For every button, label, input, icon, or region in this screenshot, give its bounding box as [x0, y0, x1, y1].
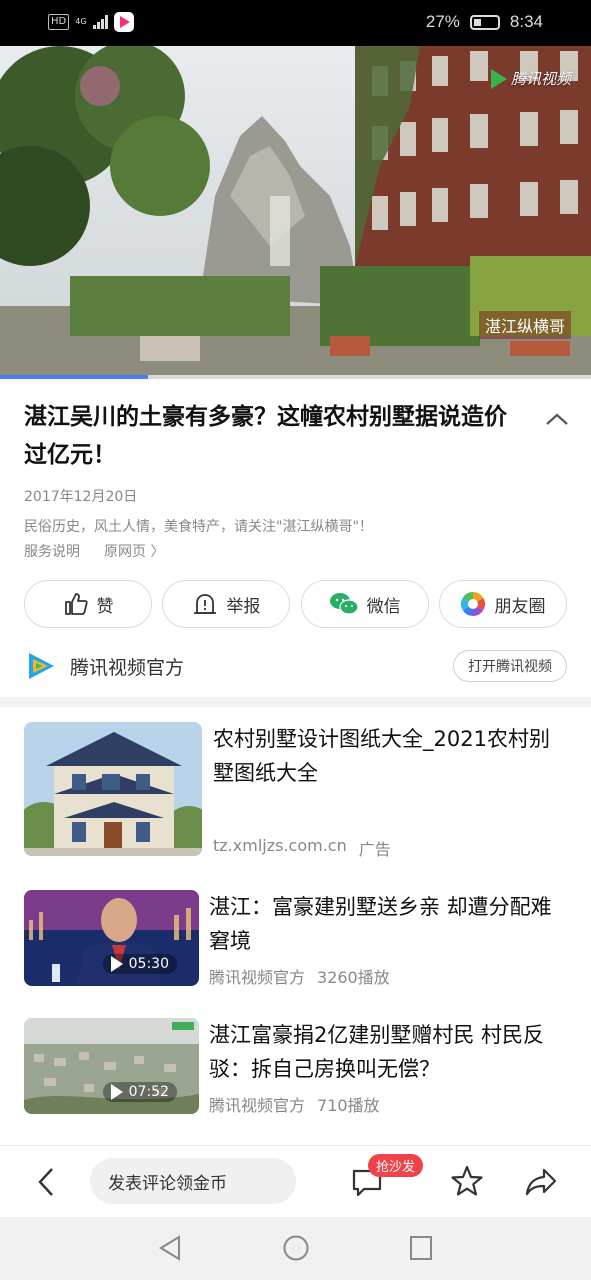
publish-date: 2017年12月20日	[24, 489, 138, 505]
list-item-video[interactable]: 05:30 湛江：富豪建别墅送乡亲 却遭分配难窘境 腾讯视频官方 3260播放	[24, 890, 567, 988]
feed-title[interactable]: 湛江：富豪建别墅送乡亲 却遭分配难窘境	[209, 890, 567, 958]
clock: 8:34	[509, 12, 543, 31]
thumbnail-wrap: 05:30	[24, 890, 199, 986]
moments-label: 朋友圈	[494, 596, 546, 617]
source-row: 腾讯视频官方 打开腾讯视频	[24, 646, 567, 686]
channel-tag: 湛江纵横哥	[478, 311, 571, 339]
report-label: 举报	[226, 596, 261, 617]
section-divider	[0, 697, 591, 707]
battery-percent: 27%	[425, 12, 460, 31]
original-page-link[interactable]: 原网页 〉	[104, 541, 164, 561]
wechat-label: 微信	[366, 596, 401, 617]
feed-meta: tz.xmljzs.com.cn 广告	[213, 836, 391, 860]
feed-title[interactable]: 湛江富豪捐2亿建别墅赠村民 村民反驳：拆自己房换叫无偿？	[209, 1018, 567, 1086]
play-count: 3260播放	[317, 968, 390, 987]
signal-icon	[92, 15, 108, 29]
duration-text: 05:30	[128, 956, 169, 972]
watermark-text: 腾讯视频	[510, 70, 571, 88]
status-right: 27% 8:34	[426, 12, 543, 32]
wechat-share-button[interactable]: 微信	[300, 580, 429, 628]
thumbnail-image	[24, 722, 202, 856]
bottom-action-bar: 发表评论领金币 抢沙发	[0, 1145, 591, 1217]
like-button[interactable]: 赞	[24, 580, 152, 628]
video-duration: 05:30	[102, 954, 177, 974]
comment-badge: 抢沙发	[368, 1154, 424, 1177]
nav-recents-icon[interactable]	[408, 1234, 434, 1262]
video-progress-fill	[0, 375, 148, 379]
thumbnail-wrap: 07:52	[24, 1018, 199, 1114]
play-icon	[110, 1084, 123, 1100]
share-icon[interactable]	[524, 1166, 558, 1198]
star-icon[interactable]	[450, 1164, 484, 1198]
back-arrow-icon[interactable]	[34, 1166, 60, 1198]
comment-input[interactable]: 发表评论领金币	[90, 1158, 296, 1204]
like-label: 赞	[96, 596, 114, 617]
wechat-icon	[329, 593, 359, 615]
open-tencent-video-button[interactable]: 打开腾讯视频	[453, 650, 567, 682]
feed-source: 腾讯视频官方	[209, 1096, 306, 1115]
article-title-wrap: 湛江吴川的土豪有多豪？这幢农村别墅据说造价过亿元！	[24, 398, 524, 474]
hd-indicator: HD	[48, 14, 70, 30]
video-watermark: 腾讯视频	[490, 68, 571, 89]
moments-icon	[461, 592, 486, 616]
article-title: 湛江吴川的土豪有多豪？这幢农村别墅据说造价过亿元！	[24, 404, 507, 468]
service-info-link[interactable]: 服务说明	[24, 541, 80, 561]
tencent-video-logo-icon	[490, 68, 507, 89]
feed-title[interactable]: 农村别墅设计图纸大全_2021农村别墅图纸大全	[213, 722, 567, 790]
play-icon	[110, 956, 123, 972]
article-links: 服务说明 原网页 〉	[24, 541, 164, 561]
battery-icon	[469, 14, 500, 30]
feed-source: tz.xmljzs.com.cn	[213, 836, 347, 855]
nav-back-icon[interactable]	[157, 1234, 183, 1262]
duration-text: 07:52	[128, 1084, 169, 1100]
tencent-video-logo-icon	[29, 653, 54, 679]
report-icon	[194, 594, 217, 614]
feed-meta: 腾讯视频官方 3260播放	[209, 964, 390, 988]
video-player[interactable]: 腾讯视频 湛江纵横哥	[0, 46, 591, 379]
article-description: 民俗历史，风土人情，美食特产，请关注"湛江纵横哥"！	[24, 519, 373, 535]
nav-home-icon[interactable]	[282, 1234, 310, 1262]
moments-share-button[interactable]: 朋友圈	[438, 580, 567, 628]
video-duration: 07:52	[102, 1082, 177, 1102]
play-count: 710播放	[317, 1096, 380, 1115]
status-bar: HD 4G 27% 8:34	[0, 0, 591, 46]
feed-source: 腾讯视频官方	[209, 968, 306, 987]
action-buttons: 赞 举报 微信 朋友圈	[24, 580, 567, 628]
list-item-video[interactable]: 07:52 湛江富豪捐2亿建别墅赠村民 村民反驳：拆自己房换叫无偿？ 腾讯视频官…	[24, 1018, 567, 1116]
report-button[interactable]: 举报	[162, 580, 291, 628]
app-notification-icon	[113, 12, 134, 32]
thumbs-up-icon	[64, 593, 88, 615]
feed-meta: 腾讯视频官方 710播放	[209, 1092, 380, 1116]
chevron-up-icon[interactable]	[543, 406, 571, 434]
video-progress-bar[interactable]	[0, 375, 591, 379]
list-item-ad[interactable]: 农村别墅设计图纸大全_2021农村别墅图纸大全 tz.xmljzs.com.cn…	[24, 722, 567, 860]
source-name[interactable]: 腾讯视频官方	[70, 653, 184, 680]
system-navigation-bar	[0, 1217, 591, 1280]
network-type: 4G	[75, 17, 87, 26]
ad-label: 广告	[358, 840, 391, 859]
status-left: HD 4G	[48, 12, 134, 32]
